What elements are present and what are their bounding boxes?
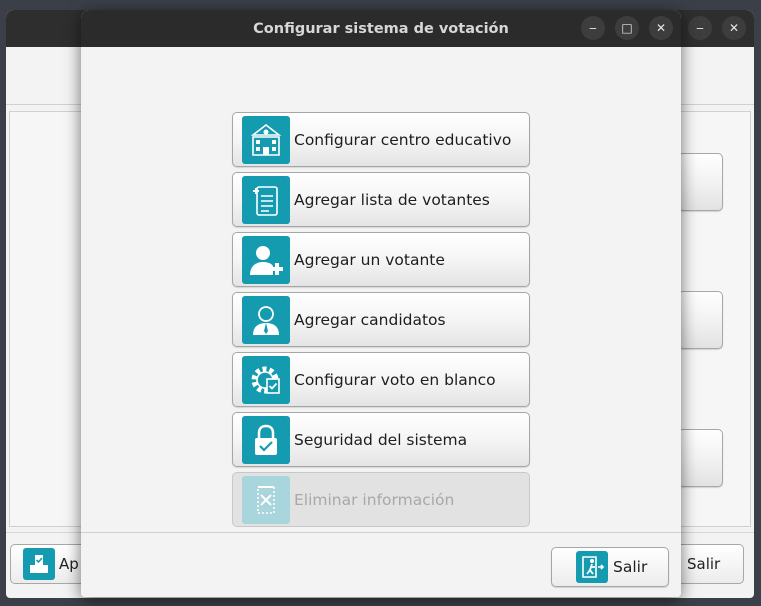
config-menu: Configurar centro educativo Agregar list… — [232, 112, 530, 532]
system-security-button[interactable]: Seguridad del sistema — [232, 412, 530, 467]
delete-information-button: Eliminar información — [232, 472, 530, 527]
dialog-titlebar: Configurar sistema de votación ‒ □ ✕ — [81, 10, 681, 47]
menu-item-label: Configurar voto en blanco — [294, 370, 496, 389]
menu-item-label: Configurar centro educativo — [294, 130, 512, 149]
menu-item-label: Agregar un votante — [294, 250, 445, 269]
add-voter-list-button[interactable]: Agregar lista de votantes — [232, 172, 530, 227]
delete-document-icon — [242, 475, 290, 524]
main-minimize-button[interactable]: ‒ — [688, 16, 712, 40]
lock-check-icon — [242, 415, 290, 464]
ballot-box-icon — [23, 548, 55, 580]
main-close-button[interactable]: ✕ — [722, 16, 746, 40]
main-menu-button[interactable] — [678, 429, 723, 487]
main-menu-button[interactable] — [678, 291, 723, 349]
menu-item-label: Eliminar información — [294, 490, 455, 509]
dialog-title: Configurar sistema de votación — [253, 20, 509, 37]
menu-item-label: Agregar lista de votantes — [294, 190, 490, 209]
candidate-icon — [242, 295, 290, 344]
maximize-button[interactable]: □ — [615, 16, 639, 40]
apply-button[interactable]: Ap — [10, 544, 88, 584]
exit-button[interactable]: Salir — [551, 547, 669, 587]
school-building-icon — [242, 115, 290, 164]
exit-door-icon — [576, 551, 608, 583]
configure-school-button[interactable]: Configurar centro educativo — [232, 112, 530, 167]
gear-check-icon — [242, 355, 290, 404]
main-menu-button[interactable] — [678, 153, 723, 211]
menu-item-label: Agregar candidatos — [294, 310, 446, 329]
add-candidates-button[interactable]: Agregar candidatos — [232, 292, 530, 347]
menu-item-label: Seguridad del sistema — [294, 430, 468, 449]
main-exit-label: Salir — [687, 555, 721, 573]
apply-button-label: Ap — [59, 555, 79, 573]
exit-button-label: Salir — [613, 558, 648, 576]
close-button[interactable]: ✕ — [649, 16, 673, 40]
config-dialog: Configurar sistema de votación ‒ □ ✕ Con… — [81, 10, 681, 597]
main-exit-button[interactable]: Salir — [674, 544, 744, 584]
add-voter-button[interactable]: Agregar un votante — [232, 232, 530, 287]
configure-blank-vote-button[interactable]: Configurar voto en blanco — [232, 352, 530, 407]
add-list-icon — [242, 175, 290, 224]
add-user-icon — [242, 235, 290, 284]
minimize-button[interactable]: ‒ — [581, 16, 605, 40]
